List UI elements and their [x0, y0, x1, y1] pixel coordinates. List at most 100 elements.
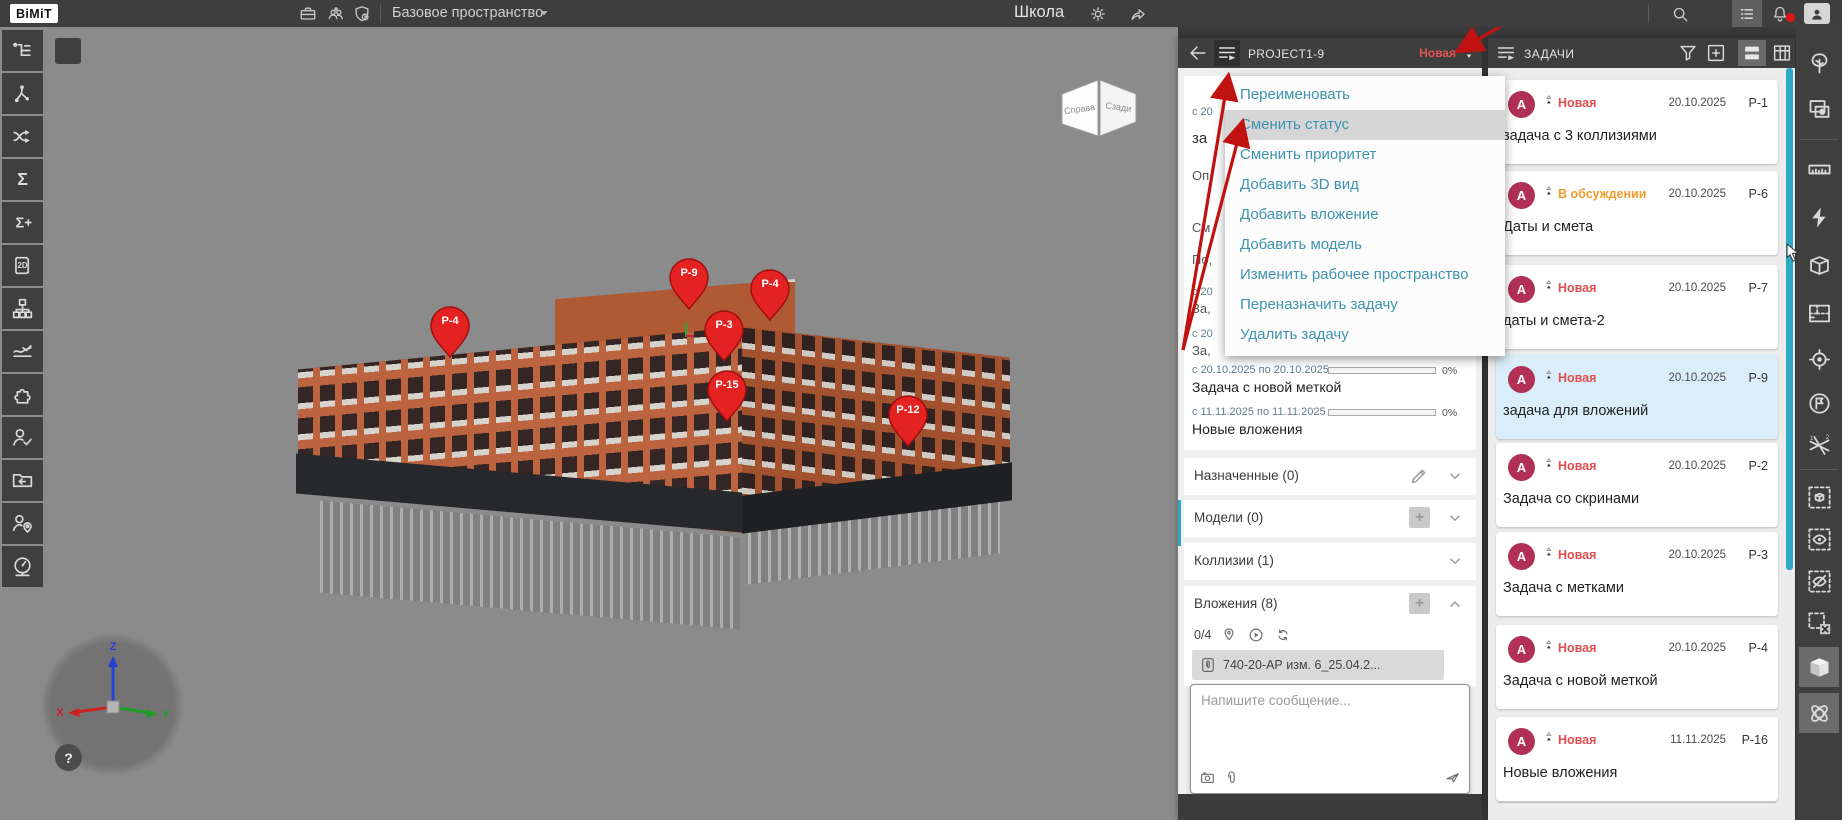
task-card-p-9[interactable]: A Новая 20.10.2025 P-9 задача для вложений: [1496, 355, 1778, 439]
chev-up-icon[interactable]: [1444, 593, 1466, 620]
workspace-caret-icon[interactable]: [533, 2, 555, 24]
folder-export-icon[interactable]: [2, 460, 43, 501]
task-card-p-4[interactable]: A Новая 20.10.2025 P-4 Задача с новой меткой: [1496, 625, 1778, 709]
list-menu-icon[interactable]: [1732, 0, 1762, 27]
hierarchy-icon[interactable]: [2, 30, 43, 71]
3d-viewport[interactable]: Справа Сзади Z X Y ? P-4 P-9 P-3 P-4 P-15 P-1…: [0, 27, 1178, 820]
map-pin-p-4[interactable]: P-4: [748, 268, 792, 324]
puzzle-icon[interactable]: [2, 374, 43, 415]
clipped-text-fragment: Оп: [1192, 168, 1210, 183]
task-menu-icon[interactable]: [1214, 40, 1240, 66]
section-label: Вложения (8): [1194, 596, 1278, 611]
help-button[interactable]: ?: [55, 744, 82, 771]
task-card-p-6[interactable]: A В обсуждении 20.10.2025 P-6 Даты и смета: [1496, 171, 1778, 255]
briefcase-icon[interactable]: [296, 2, 320, 26]
section-коллизии-1-[interactable]: Коллизии (1): [1184, 543, 1476, 580]
search-icon[interactable]: [1668, 2, 1692, 26]
menu-item-сменить-статус[interactable]: Сменить статус: [1225, 110, 1505, 140]
shield-admin-icon[interactable]: [350, 2, 374, 26]
task-card-p-16[interactable]: A Новая 11.11.2025 P-16 Новые вложения: [1496, 717, 1778, 801]
panel-scroll-indicator[interactable]: [1178, 500, 1181, 546]
priority-icon[interactable]: [1460, 43, 1478, 61]
task-card-p-7[interactable]: A Новая 20.10.2025 P-7 даты и смета-2: [1496, 265, 1778, 349]
view-table-icon[interactable]: [1770, 41, 1794, 65]
clipped-text-fragment: За,: [1192, 343, 1211, 358]
view-cube[interactable]: Справа Сзади: [1058, 72, 1140, 154]
attachment-pin-icon[interactable]: [1220, 626, 1238, 644]
flash-icon[interactable]: [1799, 197, 1839, 237]
send-icon[interactable]: [1444, 769, 1461, 786]
gauge-icon[interactable]: [2, 546, 43, 587]
menu-item-добавить-модель[interactable]: Добавить модель: [1225, 230, 1505, 260]
task-id: P-3: [1748, 548, 1768, 562]
map-pin-p-12[interactable]: P-12: [886, 394, 930, 450]
task-card-p-2[interactable]: A Новая 20.10.2025 P-2 Задача со скринами: [1496, 443, 1778, 527]
menu-item-добавить-3d-вид[interactable]: Добавить 3D вид: [1225, 170, 1505, 200]
org-icon[interactable]: [2, 288, 43, 329]
filter-funnel-icon[interactable]: [1676, 41, 1700, 65]
add-icon[interactable]: +: [1409, 507, 1430, 528]
message-input[interactable]: [1199, 691, 1458, 761]
user-pin-icon[interactable]: [2, 503, 43, 544]
sel-eye-icon[interactable]: [1799, 519, 1839, 559]
account-icon[interactable]: [1804, 3, 1830, 24]
sel-eye-off-icon[interactable]: [1799, 561, 1839, 601]
tasks-panel-header: ЗАДАЧИ: [1488, 38, 1795, 68]
view-cards-icon[interactable]: [1738, 40, 1766, 66]
sel-clear-icon[interactable]: [1799, 603, 1839, 643]
task-status-label[interactable]: Новая: [1419, 46, 1456, 60]
trend-icon[interactable]: [2, 331, 43, 372]
menu-item-добавить-вложение[interactable]: Добавить вложение: [1225, 200, 1505, 230]
map-pin-p-15[interactable]: P-15: [705, 369, 749, 425]
menu-item-сменить-приоритет[interactable]: Сменить приоритет: [1225, 140, 1505, 170]
sel-cube-icon[interactable]: [1799, 477, 1839, 517]
section-назначенные-0-[interactable]: Назначенные (0): [1184, 458, 1476, 495]
attach-file-icon[interactable]: [1223, 769, 1240, 786]
ruler-icon[interactable]: [1799, 149, 1839, 189]
task-card-p-3[interactable]: A Новая 20.10.2025 P-3 Задача с метками: [1496, 532, 1778, 616]
back-icon[interactable]: [1186, 41, 1210, 65]
menu-item-удалить-задачу[interactable]: Удалить задачу: [1225, 320, 1505, 350]
sigma-plus-icon[interactable]: Σ: [2, 202, 43, 243]
attachment-refresh-icon[interactable]: [1274, 626, 1292, 644]
edit-pencil-icon[interactable]: [1408, 465, 1430, 492]
share-icon[interactable]: [1126, 2, 1150, 26]
box3d-icon[interactable]: [1799, 245, 1839, 285]
svg-text:Z: Z: [110, 641, 117, 653]
add-icon[interactable]: +: [1409, 593, 1430, 614]
sigma-icon[interactable]: Σ: [2, 159, 43, 200]
menu-item-изменить-рабочее-пространство[interactable]: Изменить рабочее пространство: [1225, 260, 1505, 290]
target-icon[interactable]: [1799, 339, 1839, 379]
chev-down-icon[interactable]: [1444, 550, 1466, 577]
team-icon[interactable]: [324, 2, 348, 26]
map-pin-p-3[interactable]: P-3: [702, 309, 746, 365]
user-check-icon[interactable]: [2, 417, 43, 458]
attachment-item[interactable]: 740-20-АР изм. 6_25.04.2...: [1192, 650, 1444, 680]
shuffle-icon[interactable]: [2, 116, 43, 157]
menu-item-переименовать[interactable]: Переименовать: [1225, 80, 1505, 110]
map-pin-p-4[interactable]: P-4: [428, 305, 472, 361]
floorplan-icon[interactable]: [1799, 293, 1839, 333]
chev-down-icon[interactable]: [1444, 507, 1466, 534]
branch-icon[interactable]: [2, 73, 43, 114]
sheet-2d-icon[interactable]: 2D: [2, 245, 43, 286]
nature-icon[interactable]: [1799, 43, 1839, 83]
map-pin-p-9[interactable]: P-9: [667, 257, 711, 313]
menu-item-переназначить-задачу[interactable]: Переназначить задачу: [1225, 290, 1505, 320]
camera-icon[interactable]: [1199, 769, 1216, 786]
chev-down-icon[interactable]: [1444, 465, 1466, 492]
tasks-menu-icon[interactable]: [1494, 41, 1518, 65]
section-модели-0-[interactable]: Модели (0) +: [1184, 500, 1476, 537]
task-card-p-1[interactable]: A Новая 20.10.2025 P-1 задача с 3 коллизиями: [1496, 80, 1778, 164]
tasks-scrollbar[interactable]: [1786, 68, 1793, 570]
overlap-icon[interactable]: [1799, 89, 1839, 129]
add-task-icon[interactable]: [1704, 41, 1728, 65]
focus-selection-icon[interactable]: [55, 38, 81, 64]
axes12-icon[interactable]: 12: [1799, 425, 1839, 465]
settings-gear-icon[interactable]: [1086, 2, 1110, 26]
flag-icon[interactable]: [1799, 383, 1839, 423]
orbit-icon[interactable]: [1799, 693, 1839, 733]
attachment-play-icon[interactable]: [1247, 626, 1265, 644]
cube-solid-icon[interactable]: [1799, 647, 1839, 687]
workspace-selector[interactable]: Базовое пространство: [392, 5, 543, 21]
